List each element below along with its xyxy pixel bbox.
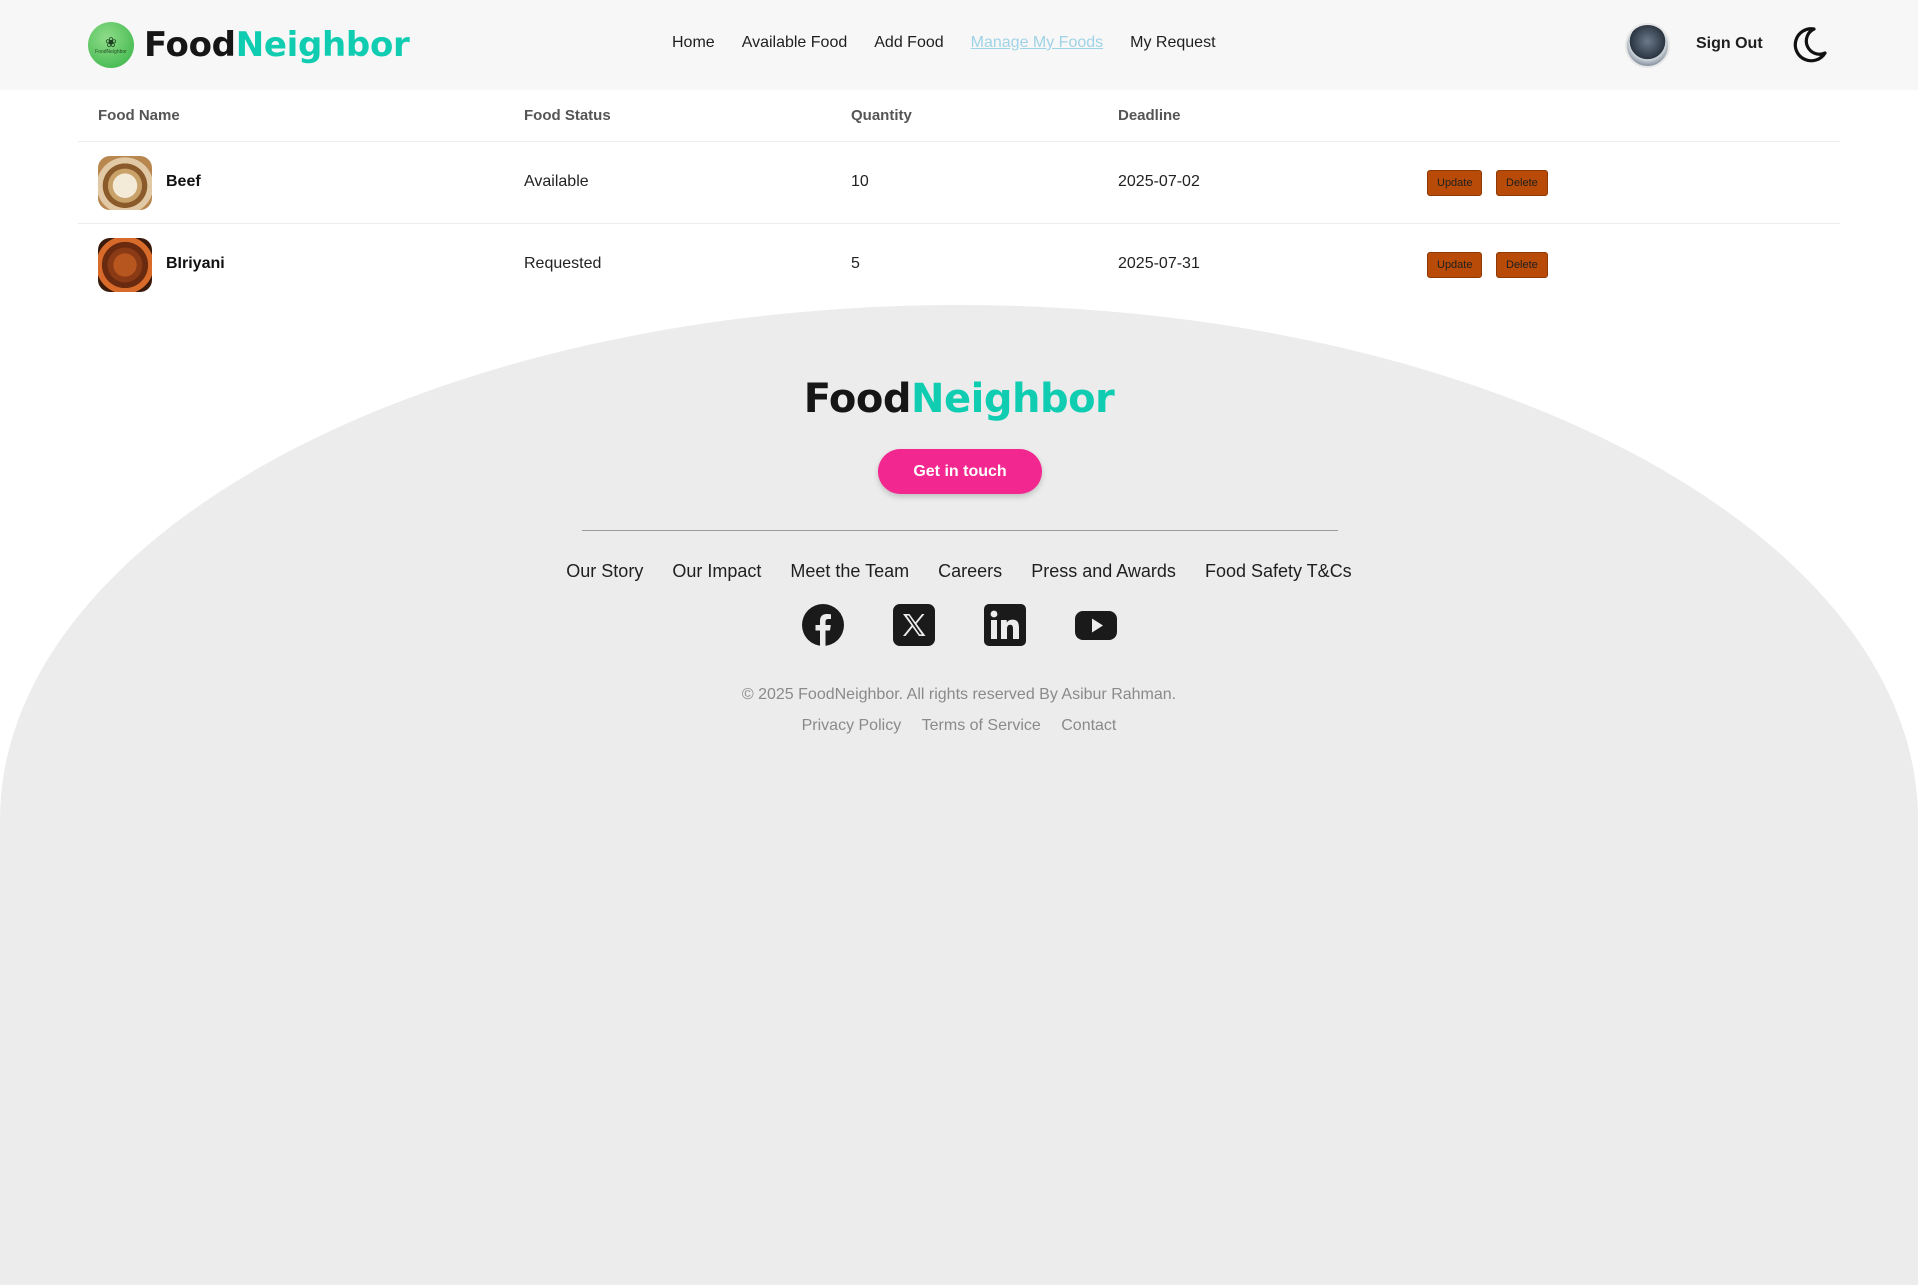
brand-part1: Food (144, 25, 236, 65)
logo-badge: ❀ FoodNeighbor (88, 22, 134, 68)
update-button[interactable]: Update (1427, 170, 1483, 196)
facebook-icon[interactable] (801, 603, 845, 647)
terms-of-service-link[interactable]: Terms of Service (922, 717, 1041, 734)
sign-out-button[interactable]: Sign Out (1696, 35, 1763, 53)
food-thumbnail (98, 238, 152, 292)
footer-brand-part2: Neighbor (911, 376, 1115, 422)
user-avatar[interactable] (1625, 23, 1670, 68)
privacy-policy-link[interactable]: Privacy Policy (802, 717, 902, 734)
navbar: ❀ FoodNeighbor FoodNeighbor Home Availab… (0, 0, 1918, 90)
linkedin-icon[interactable] (983, 603, 1027, 647)
footer-link-press-awards[interactable]: Press and Awards (1031, 561, 1176, 581)
food-thumbnail (98, 156, 152, 210)
logo-badge-text: FoodNeighbor (95, 49, 127, 55)
nav-my-request[interactable]: My Request (1130, 34, 1215, 52)
brand-logo[interactable]: ❀ FoodNeighbor FoodNeighbor (88, 22, 410, 68)
contact-link[interactable]: Contact (1061, 717, 1116, 734)
footer-link-food-safety[interactable]: Food Safety T&Cs (1205, 561, 1352, 581)
footer-divider (582, 530, 1338, 531)
footer-brand-part1: Food (803, 376, 912, 422)
header-food-status: Food Status (524, 107, 611, 124)
footer-link-careers[interactable]: Careers (938, 561, 1002, 581)
nav-manage-my-foods[interactable]: Manage My Foods (971, 34, 1104, 52)
food-quantity: 10 (851, 173, 869, 190)
nav-add-food[interactable]: Add Food (874, 34, 943, 52)
header-quantity: Quantity (851, 107, 912, 124)
brand-name: FoodNeighbor (144, 25, 410, 65)
food-name: BIriyani (166, 255, 225, 272)
header-deadline: Deadline (1118, 107, 1181, 124)
foods-table: Food Name Food Status Quantity Deadline … (78, 90, 1840, 306)
footer-link-our-impact[interactable]: Our Impact (672, 561, 761, 581)
x-icon[interactable] (892, 603, 936, 647)
get-in-touch-button[interactable]: Get in touch (878, 449, 1042, 494)
main-nav: Home Available Food Add Food Manage My F… (672, 34, 1243, 52)
food-quantity: 5 (851, 255, 860, 272)
footer-links: Our Story Our Impact Meet the Team Caree… (0, 561, 1918, 582)
brand-part2: Neighbor (235, 25, 410, 65)
update-button[interactable]: Update (1427, 252, 1483, 278)
footer-link-meet-the-team[interactable]: Meet the Team (790, 561, 909, 581)
nav-available-food[interactable]: Available Food (742, 34, 848, 52)
table-row: Beef Available 10 2025-07-02 Update Dele… (78, 142, 1840, 224)
youtube-icon[interactable] (1074, 603, 1118, 647)
footer-link-our-story[interactable]: Our Story (566, 561, 643, 581)
food-name: Beef (166, 173, 201, 190)
food-deadline: 2025-07-02 (1118, 173, 1200, 190)
food-status: Available (524, 173, 589, 190)
nav-home[interactable]: Home (672, 34, 715, 52)
delete-button[interactable]: Delete (1496, 170, 1548, 196)
header-food-name: Food Name (98, 107, 180, 124)
legal-links: Privacy Policy Terms of Service Contact (0, 717, 1918, 735)
table-header: Food Name Food Status Quantity Deadline (78, 90, 1840, 142)
food-status: Requested (524, 255, 602, 272)
social-links (0, 603, 1918, 647)
food-deadline: 2025-07-31 (1118, 255, 1200, 272)
leaf-icon: ❀ (105, 34, 117, 50)
footer-brand: FoodNeighbor (0, 376, 1918, 422)
copyright-text: © 2025 FoodNeighbor. All rights reserved… (741, 686, 1177, 703)
moon-icon[interactable] (1788, 24, 1830, 66)
table-row: BIriyani Requested 5 2025-07-31 Update D… (78, 224, 1840, 306)
delete-button[interactable]: Delete (1496, 252, 1548, 278)
